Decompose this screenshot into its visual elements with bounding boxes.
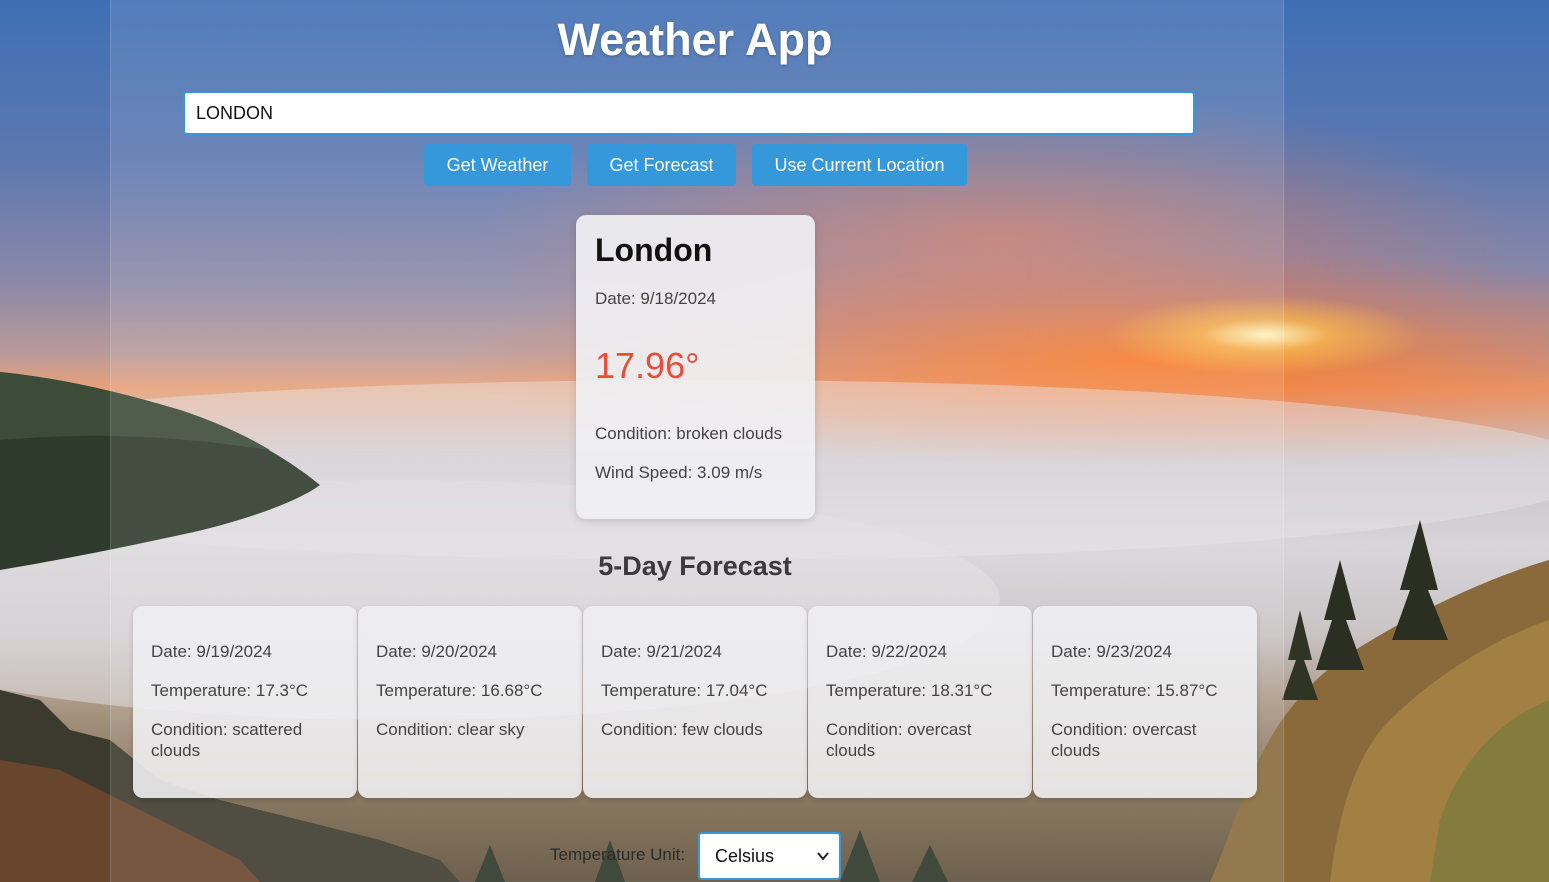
forecast-temperature: Temperature: 17.3°C xyxy=(151,681,309,700)
get-forecast-button[interactable]: Get Forecast xyxy=(587,144,736,186)
current-wind-speed: Wind Speed: 3.09 m/s xyxy=(595,463,763,482)
forecast-temperature: Temperature: 16.68°C xyxy=(376,681,543,700)
forecast-temperature: Temperature: 17.04°C xyxy=(601,681,768,700)
forecast-date: Date: 9/20/2024 xyxy=(376,642,497,661)
forecast-date: Date: 9/21/2024 xyxy=(601,642,722,661)
temperature-unit-label: Temperature Unit: xyxy=(550,845,686,864)
forecast-condition: Condition: clear sky xyxy=(376,720,525,739)
use-current-location-button[interactable]: Use Current Location xyxy=(752,144,967,186)
forecast-date: Date: 9/22/2024 xyxy=(826,642,947,661)
get-weather-button[interactable]: Get Weather xyxy=(424,144,571,186)
forecast-condition: Condition: few clouds xyxy=(601,720,763,739)
forecast-day-card: Date: 9/19/2024 Temperature: 17.3°C Cond… xyxy=(133,606,357,798)
app-title: Weather App xyxy=(557,14,833,65)
forecast-day-card: Date: 9/21/2024 Temperature: 17.04°C Con… xyxy=(583,606,807,798)
forecast-date: Date: 9/19/2024 xyxy=(151,642,272,661)
current-condition: Condition: broken clouds xyxy=(595,424,783,443)
current-temperature: 17.96° xyxy=(595,345,700,386)
forecast-condition: Condition: overcast clouds xyxy=(826,720,972,760)
forecast-day-card: Date: 9/22/2024 Temperature: 18.31°C Con… xyxy=(808,606,1032,798)
current-weather-card: London Date: 9/18/2024 17.96° Condition:… xyxy=(576,215,815,519)
forecast-day-card: Date: 9/20/2024 Temperature: 16.68°C Con… xyxy=(358,606,582,798)
forecast-temperature: Temperature: 15.87°C xyxy=(1051,681,1218,700)
forecast-heading: 5-Day Forecast xyxy=(598,551,792,581)
city-search-input[interactable]: LONDON xyxy=(183,91,1195,135)
forecast-day-card: Date: 9/23/2024 Temperature: 15.87°C Con… xyxy=(1033,606,1257,798)
temperature-unit-select[interactable]: Celsius xyxy=(698,832,841,880)
forecast-temperature: Temperature: 18.31°C xyxy=(826,681,993,700)
current-date: Date: 9/18/2024 xyxy=(595,289,716,308)
current-city-name: London xyxy=(595,232,713,268)
forecast-date: Date: 9/23/2024 xyxy=(1051,642,1172,661)
forecast-condition: Condition: scattered clouds xyxy=(151,720,303,760)
forecast-condition: Condition: overcast clouds xyxy=(1051,720,1197,760)
selected-unit-value: Celsius xyxy=(715,846,775,866)
chevron-down-icon xyxy=(817,834,829,882)
